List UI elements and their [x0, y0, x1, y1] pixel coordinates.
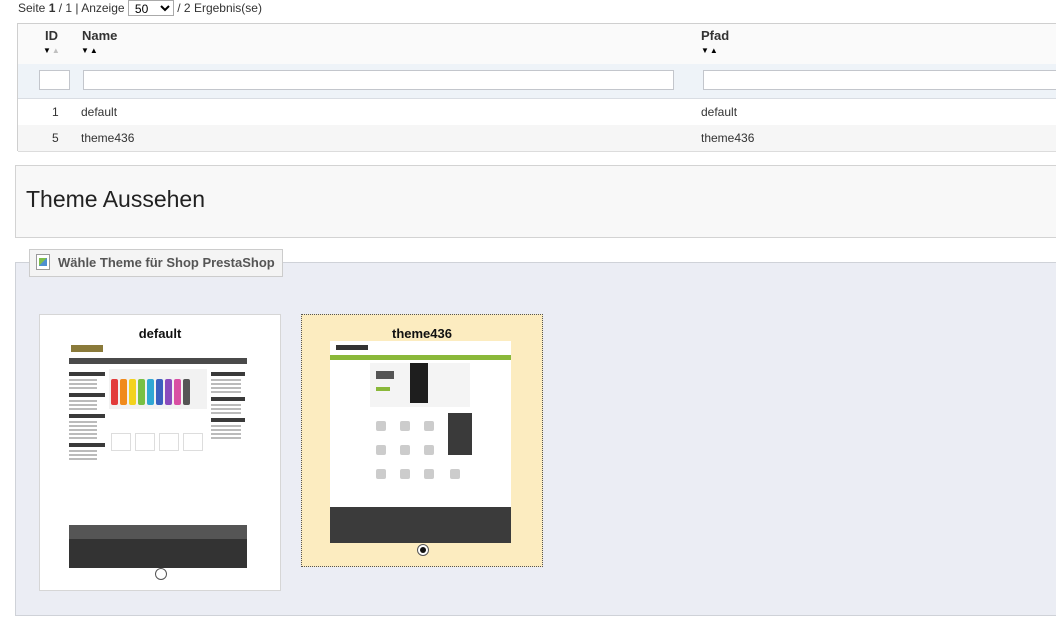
sort-asc-icon[interactable]: ▲: [90, 46, 99, 55]
sort-desc-icon[interactable]: ▼: [81, 46, 90, 55]
fieldset-legend: Wähle Theme für Shop PrestaShop: [29, 249, 283, 277]
theme-preview-image[interactable]: [330, 341, 511, 543]
page-separator: / 1 | Anzeige: [58, 1, 125, 15]
filter-path-input[interactable]: [703, 70, 1056, 90]
per-page-select[interactable]: 50: [127, 0, 174, 16]
sort-desc-icon[interactable]: ▼: [43, 46, 52, 55]
current-page: 1: [48, 1, 56, 15]
result-count: / 2 Ergebnis(se): [177, 1, 262, 15]
filter-id-input[interactable]: [39, 70, 70, 90]
pagination-bar: Seite 1 / 1 | Anzeige 50 / 2 Ergebnis(se…: [18, 0, 262, 16]
table-row[interactable]: 5 theme436 theme436: [18, 125, 1056, 152]
theme-card-theme436[interactable]: theme436: [301, 314, 543, 567]
column-header-name[interactable]: Name: [82, 28, 117, 43]
theme-radio-default[interactable]: [155, 568, 167, 580]
sort-asc-icon[interactable]: ▲: [52, 46, 61, 55]
sort-arrows-path: ▼▲: [701, 46, 719, 55]
sort-asc-icon[interactable]: ▲: [710, 46, 719, 55]
legend-label: Wähle Theme für Shop PrestaShop: [58, 255, 275, 270]
sort-arrows-name: ▼▲: [81, 46, 99, 55]
sort-arrows-id: ▼▲: [43, 46, 61, 55]
panel-title: Theme Aussehen: [26, 186, 206, 212]
theme-name: theme436: [392, 326, 452, 341]
cell-id: 1: [52, 105, 59, 119]
themes-table: ID ▼▲ Name ▼▲ Pfad ▼▲ 1 default default …: [17, 23, 1056, 152]
column-header-path[interactable]: Pfad: [701, 28, 729, 43]
table-header: ID ▼▲ Name ▼▲ Pfad ▼▲: [18, 24, 1056, 65]
theme-appearance-panel: Theme Aussehen: [15, 165, 1056, 238]
filter-name-input[interactable]: [83, 70, 674, 90]
cell-path: default: [701, 105, 738, 119]
page-label: Seite: [18, 1, 46, 15]
table-row[interactable]: 1 default default: [18, 99, 1056, 126]
sort-desc-icon[interactable]: ▼: [701, 46, 710, 55]
cell-name: theme436: [81, 131, 135, 145]
broken-image-icon: [36, 253, 50, 270]
cell-path: theme436: [701, 131, 755, 145]
cell-id: 5: [52, 131, 59, 145]
theme-name: default: [138, 326, 182, 341]
column-header-id[interactable]: ID: [45, 28, 58, 43]
theme-card-default[interactable]: default: [39, 314, 281, 591]
cell-name: default: [81, 105, 118, 119]
theme-radio-theme436[interactable]: [417, 544, 429, 556]
filter-row: [18, 64, 1056, 99]
theme-preview-image[interactable]: [69, 342, 247, 568]
